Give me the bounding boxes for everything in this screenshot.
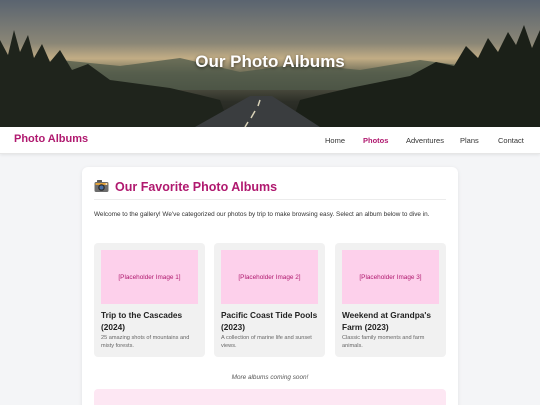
- brand-logo-text[interactable]: Photo Albums: [14, 133, 88, 145]
- section-heading: Our Favorite Photo Albums: [94, 179, 446, 200]
- album-card-tide-pools[interactable]: [Placeholder Image 2] Pacific Coast Tide…: [214, 243, 325, 357]
- hero-banner: Our Photo Albums: [0, 0, 540, 127]
- albums-card: Our Favorite Photo Albums Welcome to the…: [82, 167, 458, 405]
- navbar: Photo Albums Home Photos Adventures Plan…: [0, 127, 540, 154]
- section-title: Our Favorite Photo Albums: [115, 180, 278, 194]
- album-description: Classic family moments and farm animals.: [342, 335, 425, 349]
- album-title[interactable]: Weekend at Grandpa's Farm (2023): [342, 309, 442, 333]
- album-title[interactable]: Pacific Coast Tide Pools (2023): [221, 309, 321, 333]
- album-thumbnail-placeholder[interactable]: [Placeholder Image 3]: [342, 250, 439, 304]
- nav-item-photos[interactable]: Photos: [363, 136, 388, 145]
- album-description: A collection of marine life and sunset v…: [221, 335, 312, 349]
- nav-item-home[interactable]: Home: [325, 136, 345, 145]
- album-thumbnail-placeholder[interactable]: [Placeholder Image 1]: [101, 250, 198, 304]
- nav-item-contact[interactable]: Contact: [498, 136, 524, 145]
- info-box: [94, 389, 446, 405]
- coming-soon-note: More albums coming soon!: [231, 374, 309, 381]
- hero-title: Our Photo Albums: [195, 52, 345, 71]
- album-card-grandpas-farm[interactable]: [Placeholder Image 3] Weekend at Grandpa…: [335, 243, 446, 357]
- nav-item-adventures[interactable]: Adventures: [406, 136, 444, 145]
- intro-text: Welcome to the gallery! We've categorize…: [94, 211, 430, 218]
- album-thumbnail-placeholder[interactable]: [Placeholder Image 2]: [221, 250, 318, 304]
- album-title[interactable]: Trip to the Cascades (2024): [101, 309, 201, 333]
- camera-icon: [94, 180, 109, 192]
- nav-item-plans[interactable]: Plans: [460, 136, 479, 145]
- album-card-cascades[interactable]: [Placeholder Image 1] Trip to the Cascad…: [94, 243, 205, 357]
- album-description: 25 amazing shots of mountains and misty …: [101, 335, 190, 349]
